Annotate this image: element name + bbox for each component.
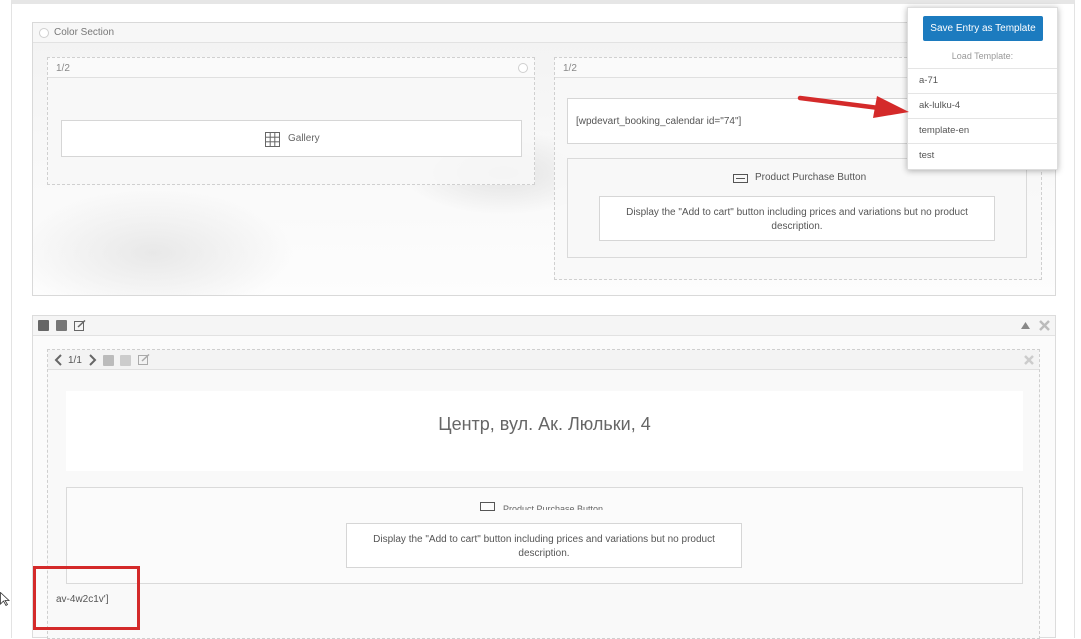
copy-icon[interactable] [56,320,67,331]
copy-icon[interactable] [120,355,131,366]
left-column-header: 1/2 [48,58,534,78]
inner-cell[interactable]: 1/1 Центр, вул. Ак. Люльки, 4 Product Pu… [47,349,1040,639]
heading-element[interactable]: Центр, вул. Ак. Люльки, 4 [66,391,1023,471]
cell-toolbar: 1/1 [48,350,1039,370]
gallery-element[interactable]: Gallery [61,120,522,157]
template-menu: Save Entry as Template Load Template: a-… [907,7,1058,170]
shortcode-text: [wpdevart_booking_calendar id="74"] [576,116,742,127]
template-item[interactable]: test [908,143,1057,168]
purchase-button-element[interactable]: Product Purchase Button Display the "Add… [567,158,1027,258]
grid-icon [265,132,280,147]
column-radio-icon[interactable] [518,63,528,73]
button-icon [733,174,748,183]
color-section[interactable]: Color Section 1/2 Gallery 1/2 [wpdevart_… [32,22,1056,296]
highlight-box-annotation [33,566,140,630]
color-section-header: Color Section [33,23,1055,43]
left-column[interactable]: 1/2 Gallery [47,57,535,185]
close-icon[interactable] [1024,355,1034,365]
purchase-description: Display the "Add to cart" button includi… [346,523,742,568]
save-template-icon[interactable] [38,320,49,331]
load-template-label: Load Template: [951,51,1014,61]
color-section-title: Color Section [54,27,115,38]
template-item[interactable]: ak-lulku-4 [908,93,1057,118]
purchase-button-element[interactable]: Product Purchase Button Display the "Add… [66,487,1023,584]
column-size-label: 1/2 [563,63,577,74]
button-icon [480,502,495,511]
edit-icon[interactable] [138,354,150,366]
section-radio-icon[interactable] [39,28,49,38]
chevron-left-icon[interactable] [54,354,62,366]
edit-icon[interactable] [74,320,86,332]
save-template-button[interactable]: Save Entry as Template [923,16,1043,41]
heading-text: Центр, вул. Ак. Люльки, 4 [438,414,651,434]
row-toolbar [33,316,1055,336]
template-item[interactable]: template-en [908,118,1057,143]
template-item[interactable]: a-71 [908,68,1057,93]
gallery-label: Gallery [288,133,320,144]
close-icon[interactable] [1039,320,1050,331]
purchase-description: Display the "Add to cart" button includi… [599,196,995,241]
chevron-right-icon[interactable] [89,354,97,366]
column-size-label: 1/2 [56,63,70,74]
red-arrow-annotation [797,95,909,118]
mouse-cursor-icon [0,592,10,606]
purchase-title: Product Purchase Button [503,504,604,510]
purchase-title: Product Purchase Button [755,172,867,183]
cell-pager: 1/1 [68,355,82,366]
collapse-arrow-icon[interactable] [1021,322,1030,329]
save-template-icon[interactable] [103,355,114,366]
row-section[interactable]: 1/1 Центр, вул. Ак. Люльки, 4 Product Pu… [32,315,1056,639]
